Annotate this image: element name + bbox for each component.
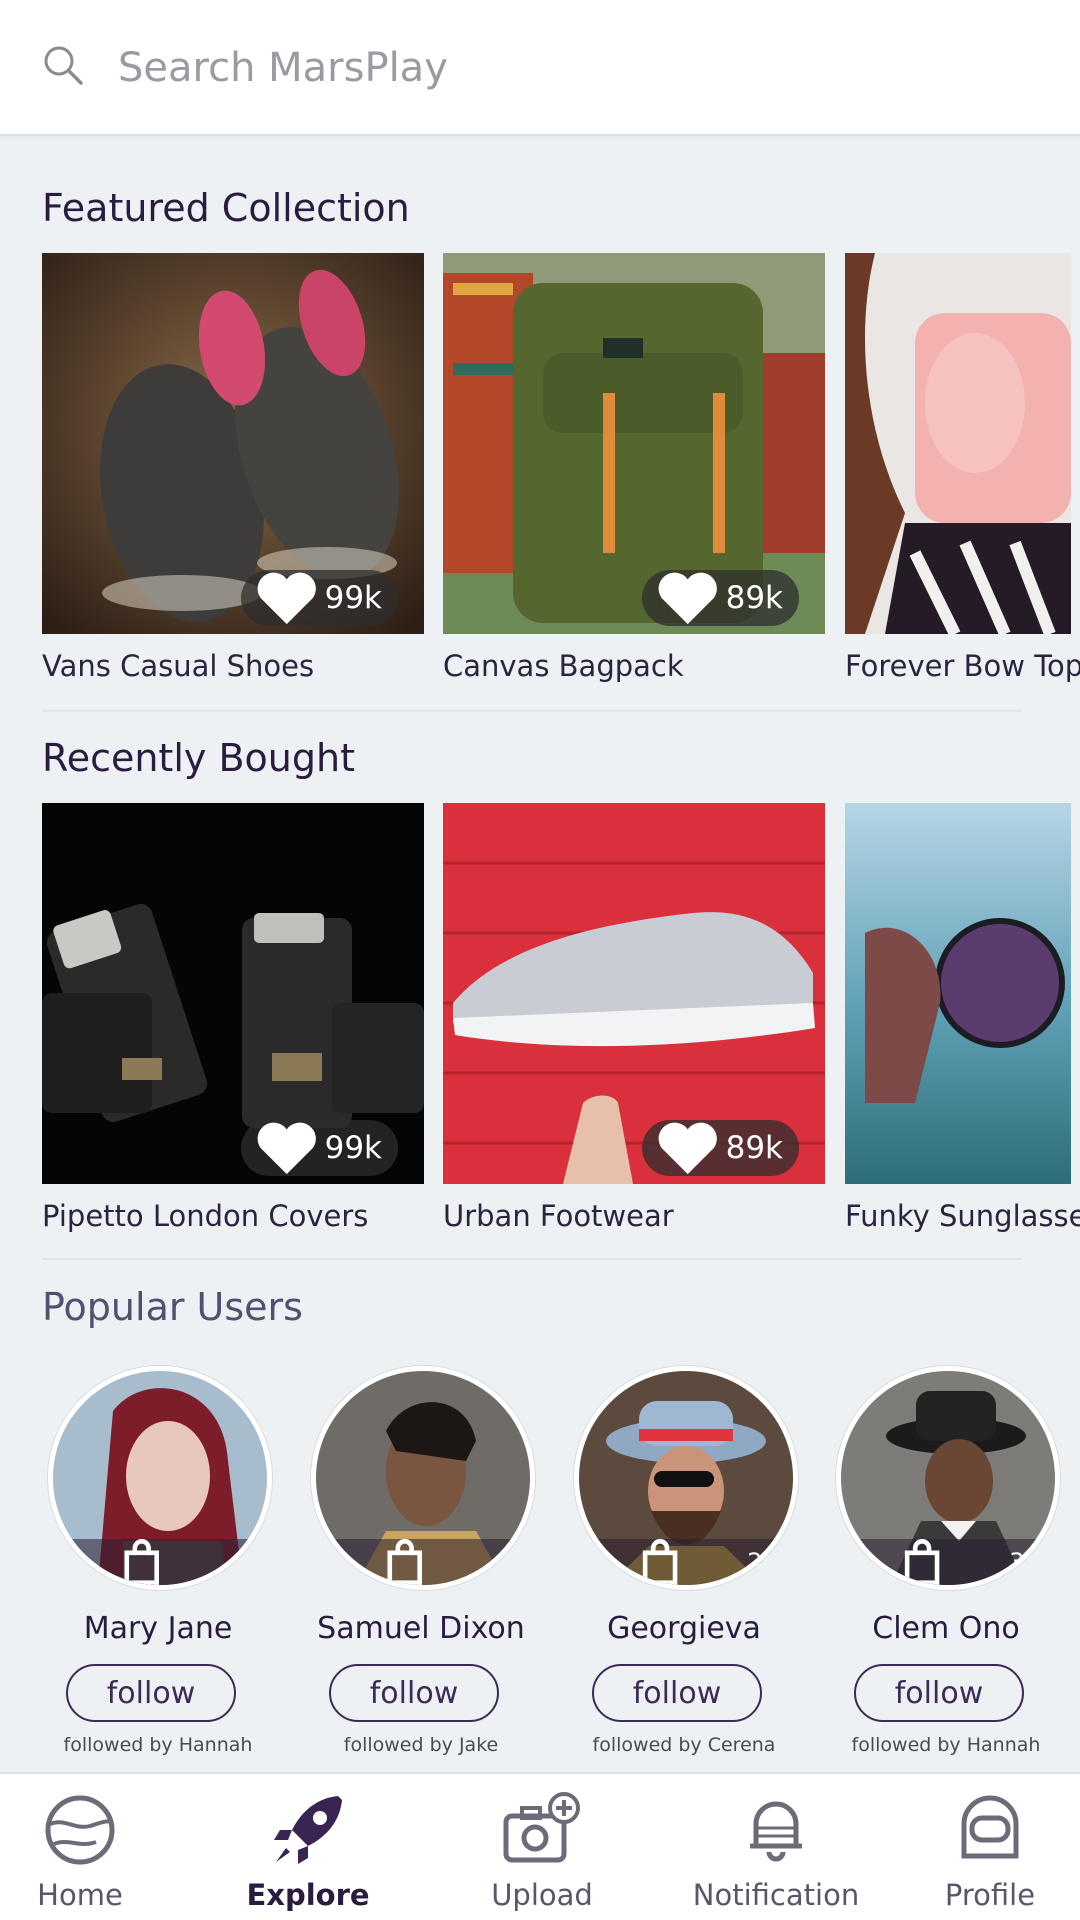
nav-item-notification[interactable]: Notification [676,1790,876,1912]
shopping-bag-icon [904,1539,940,1585]
product-title: Vans Casual Shoes [42,649,315,683]
heart-icon [658,572,717,625]
recently-bought-title: Recently Bought [42,736,355,780]
bell-icon [750,1801,802,1862]
followed-by-text: followed by Hannah [851,1734,1041,1756]
like-value: 89k [725,1130,783,1166]
product-image[interactable] [845,253,1071,634]
product-image[interactable]: 99k [42,803,424,1184]
user-name[interactable]: Mary Jane [38,1611,278,1646]
user-name[interactable]: Clem Ono [826,1611,1066,1646]
featured-collection-title: Featured Collection [42,186,410,230]
followed-by-name[interactable]: Cerena [708,1734,776,1756]
follow-button[interactable]: follow [592,1664,762,1722]
product-title: Canvas Bagpack [443,649,684,683]
user-name[interactable]: Samuel Dixon [301,1611,541,1646]
section-divider [42,710,1022,712]
product-title: Funky Sunglasses [845,1199,1080,1233]
like-value: 99k [324,580,382,616]
section-divider [42,1258,1022,1260]
heart-icon [257,1122,316,1175]
product-title: Urban Footwear [443,1199,674,1233]
search-input[interactable] [118,38,818,98]
avatar[interactable]: 52 [311,1366,535,1590]
user-name[interactable]: Georgieva [564,1611,804,1646]
heart-icon [658,1122,717,1175]
nav-item-upload[interactable]: Upload [442,1790,642,1912]
product-image[interactable] [845,803,1071,1184]
product-title: Pipetto London Covers [42,1199,369,1233]
followed-by-text: followed by Cerena [592,1734,776,1756]
nav-label: Home [37,1878,123,1912]
bottom-nav: Home Explore Upload Notification Profile [0,1772,1080,1920]
product-image[interactable]: 99k [42,253,424,634]
shopping-bag-icon [124,1539,159,1585]
purchase-count: 65 [53,1539,267,1585]
nav-item-explore[interactable]: Explore [208,1790,408,1912]
heart-icon [257,572,316,625]
shopping-bag-icon [387,1539,422,1585]
nav-label: Notification [692,1878,860,1912]
avatar[interactable]: 65 [48,1366,272,1590]
planet-icon [45,1795,115,1865]
followed-by-text: followed by Jake [343,1734,499,1756]
avatar[interactable]: 253 [574,1366,798,1590]
like-count[interactable]: 99k [241,1120,398,1176]
like-value: 99k [324,1130,382,1166]
like-count[interactable]: 89k [642,570,799,626]
purchase-count: 52 [316,1539,530,1585]
purchase-count: 334 [841,1539,1055,1585]
followed-by-text: followed by Hannah [63,1734,253,1756]
followed-by-name[interactable]: Hannah [179,1734,253,1756]
followed-by-name[interactable]: Jake [459,1734,498,1756]
search-icon[interactable] [40,42,86,88]
follow-button[interactable]: follow [854,1664,1024,1722]
rocket-icon [274,1796,342,1864]
follow-button[interactable]: follow [329,1664,499,1722]
astronaut-helmet-icon [961,1795,1019,1859]
purchase-count: 253 [579,1539,793,1585]
nav-label: Upload [491,1878,593,1912]
product-title: Forever Bow Top [845,649,1080,683]
like-count[interactable]: 89k [642,1120,799,1176]
search-bar [0,0,1080,136]
nav-label: Explore [246,1878,370,1912]
camera-plus-icon [503,1792,580,1863]
like-value: 89k [725,580,783,616]
nav-item-home[interactable]: Home [0,1790,180,1912]
popular-users-title: Popular Users [42,1285,303,1329]
avatar[interactable]: 334 [836,1366,1060,1590]
followed-by-name[interactable]: Hannah [967,1734,1041,1756]
follow-button[interactable]: follow [66,1664,236,1722]
product-image[interactable]: 89k [443,253,825,634]
nav-label: Profile [944,1878,1036,1912]
shopping-bag-icon [642,1539,678,1585]
nav-item-profile[interactable]: Profile [890,1790,1080,1912]
like-count[interactable]: 99k [241,570,398,626]
product-image[interactable]: 89k [443,803,825,1184]
